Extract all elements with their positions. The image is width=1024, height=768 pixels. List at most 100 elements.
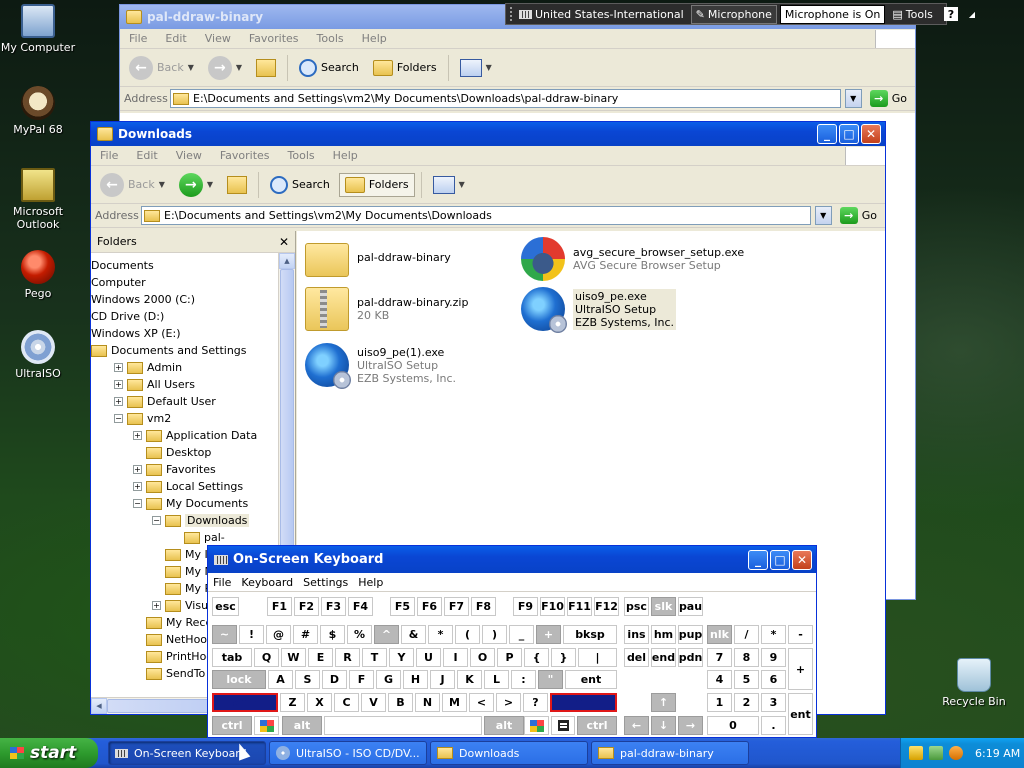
search-button[interactable]: Search [294,56,364,80]
scroll-thumb[interactable] [280,269,294,569]
clock[interactable]: 6:19 AM [975,747,1020,760]
key-numpad-zero[interactable]: 0 [707,716,759,735]
key-numpad[interactable]: 9 [761,648,786,667]
key-f[interactable]: F7 [444,597,469,616]
key-capslock[interactable]: lock [212,670,266,689]
key-letter[interactable]: C [334,693,359,712]
file-item[interactable]: uiso9_pe.exe UltraISO Setup EZB Systems,… [521,287,677,333]
key-letter[interactable]: L [484,670,509,689]
key-symbol[interactable]: + [536,625,561,644]
key-numpad-dot[interactable]: . [761,716,786,735]
key-pau[interactable]: pau [678,597,703,616]
menu-help[interactable]: Help [353,32,396,45]
security-shield-icon[interactable] [909,746,923,760]
search-button[interactable]: Search [265,173,335,197]
key-numpad[interactable]: * [761,625,786,644]
key-numpad[interactable]: 7 [707,648,732,667]
expand-icon[interactable]: + [133,465,142,474]
key-f[interactable]: F2 [294,597,319,616]
tree-item[interactable]: Windows 2000 (C:) [91,291,195,308]
tree-item[interactable]: pal- [171,529,225,546]
key-numlock[interactable]: nlk [707,625,732,644]
key-letter[interactable]: Q [254,648,279,667]
collapse-icon[interactable]: − [114,414,123,423]
collapse-icon[interactable]: − [133,499,142,508]
key-letter[interactable]: S [295,670,320,689]
tree-item[interactable]: Desktop [133,444,211,461]
key-arrow-right[interactable]: → [678,716,703,735]
back-button[interactable]: ← Back ▼ [124,53,199,83]
language-bar-grip[interactable] [510,7,512,21]
taskbar-button-pal-ddraw-binary[interactable]: pal-ddraw-binary [591,741,749,765]
menu-help[interactable]: Help [353,576,388,589]
tree-item[interactable]: + Application Data [133,427,257,444]
address-dropdown[interactable]: ▼ [814,206,832,225]
tree-item[interactable]: Windows XP (E:) [91,325,181,342]
tree-item[interactable]: + Favorites [133,461,216,478]
menu-favorites[interactable]: Favorites [211,149,279,162]
desktop-icon-outlook[interactable]: Microsoft Outlook [0,168,76,231]
scroll-up-button[interactable]: ▲ [279,253,295,269]
close-icon[interactable]: ✕ [279,235,289,249]
key-numpad[interactable]: 3 [761,693,786,712]
tree-item[interactable]: − Downloads [152,512,250,529]
menu-edit[interactable]: Edit [156,32,195,45]
close-button[interactable]: ✕ [792,549,812,570]
key-letter[interactable]: H [403,670,428,689]
win-key-left[interactable] [254,716,279,735]
forward-button[interactable]: → ▼ [203,53,247,83]
key-f[interactable]: F3 [321,597,346,616]
menu-keyboard[interactable]: Keyboard [236,576,298,589]
key-letter[interactable]: E [308,648,333,667]
key-pipe[interactable]: | [578,648,617,667]
key-enter[interactable]: ent [565,670,617,689]
key-f[interactable]: F11 [567,597,592,616]
key-letter[interactable]: Z [280,693,305,712]
win-key-right[interactable] [524,716,549,735]
key-numpad[interactable]: 2 [734,693,759,712]
key-letter[interactable]: I [443,648,468,667]
key-symbol[interactable]: & [401,625,426,644]
help-button[interactable]: ? [940,5,962,23]
minimize-button[interactable]: _ [817,124,837,144]
key-pgdn[interactable]: pdn [678,648,703,667]
menu-edit[interactable]: Edit [127,149,166,162]
key-arrow-up[interactable]: ↑ [651,693,676,712]
forward-button[interactable]: → ▼ [174,170,218,200]
key-letter[interactable]: F [349,670,374,689]
microphone-button[interactable]: ✎ Microphone [690,4,777,24]
key-letter[interactable]: Y [389,648,414,667]
key-numpad[interactable]: 6 [761,670,786,689]
taskbar-button-downloads[interactable]: Downloads [430,741,588,765]
desktop-icon-pego[interactable]: Pego [0,250,76,300]
key-slk[interactable]: slk [651,597,676,616]
key-letter[interactable]: M [442,693,467,712]
window-titlebar[interactable]: On-Screen Keyboard _ □ ✕ [208,546,816,573]
expand-icon[interactable]: + [152,601,161,610]
go-button[interactable]: → Go [836,207,881,224]
key-letter[interactable]: < [469,693,494,712]
key-tab[interactable]: tab [212,648,252,667]
taskbar-button-ultraiso[interactable]: UltraISO - ISO CD/DV... [269,741,427,765]
key-shift-right[interactable]: shft [550,693,617,712]
key-esc[interactable]: esc [212,597,239,616]
key-quote[interactable]: " [538,670,563,689]
key-letter[interactable]: P [497,648,522,667]
key-letter[interactable]: N [415,693,440,712]
desktop-icon-mypal[interactable]: MyPal 68 [0,86,76,136]
key-f[interactable]: F5 [390,597,415,616]
desktop-icon-my-computer[interactable]: My Computer [0,4,76,54]
key-end[interactable]: end [651,648,676,667]
tree-item[interactable]: Documents [91,257,154,274]
collapse-icon[interactable]: − [152,516,161,525]
expand-icon[interactable]: + [114,380,123,389]
tools-button[interactable]: ▤ Tools [888,6,937,23]
address-dropdown[interactable]: ▼ [844,89,862,108]
minimize-button[interactable]: _ [748,549,768,570]
key-symbol[interactable]: * [428,625,453,644]
key-symbol[interactable]: ) [482,625,507,644]
key-letter[interactable]: R [335,648,360,667]
menu-favorites[interactable]: Favorites [240,32,308,45]
tree-item[interactable]: + All Users [114,376,195,393]
tree-item[interactable]: Computer [91,274,146,291]
